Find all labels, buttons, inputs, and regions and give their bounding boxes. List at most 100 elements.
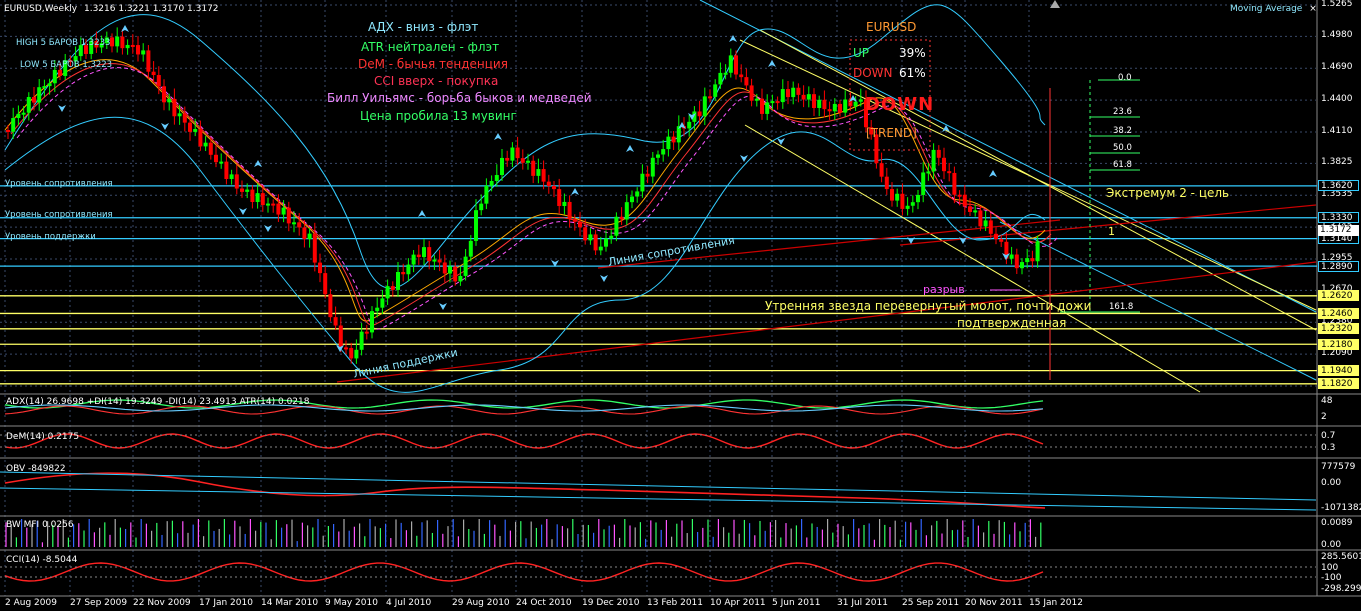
candle-body: [375, 307, 380, 312]
date-label: 14 Mar 2010: [261, 598, 319, 608]
candle-body: [957, 194, 962, 197]
candle-body: [676, 126, 681, 143]
candle-body: [962, 194, 967, 207]
level-price-box: 1.2320: [1318, 323, 1359, 335]
date-label: 31 Jul 2011: [837, 598, 888, 608]
triangle-up-icon[interactable]: [1050, 0, 1060, 8]
envelope-bands: [4, 4, 1046, 393]
candle-body: [494, 175, 499, 182]
candle-body: [448, 266, 452, 274]
date-label: 2 Aug 2009: [5, 598, 57, 608]
candle-body: [156, 75, 161, 87]
chart-canvas[interactable]: [0, 0, 1361, 611]
candle-body: [765, 102, 770, 114]
candle-body: [666, 136, 671, 150]
candle-body: [406, 264, 411, 275]
candle-body: [947, 171, 952, 174]
candle-body: [744, 77, 749, 86]
candle-body: [988, 220, 993, 234]
cci-axis-bottom: -298.299: [1321, 584, 1361, 594]
candle-body: [286, 207, 291, 224]
candle-body: [760, 98, 764, 114]
candle-body: [604, 238, 608, 247]
candle-body: [364, 331, 369, 334]
candle-body: [619, 216, 624, 220]
gap-label: разрыв: [923, 283, 965, 296]
candle-body: [276, 203, 281, 215]
date-label: 4 Jul 2010: [386, 598, 432, 608]
candle-body: [416, 254, 421, 258]
indicator-tab[interactable]: Moving Average ×: [1230, 4, 1317, 14]
level-price-box: 1.3330: [1318, 212, 1359, 224]
trend-label: [TREND]: [866, 126, 917, 140]
candle-body: [468, 240, 473, 257]
current-price-box: 1.3172: [1318, 225, 1359, 236]
candle-body: [21, 112, 26, 115]
candle-body: [42, 86, 47, 89]
candle-body: [250, 189, 255, 203]
level-price-box: 1.2460: [1318, 307, 1359, 319]
adx-axis-top: 48: [1321, 396, 1333, 406]
upper-band: [4, 4, 1046, 289]
candle-body: [198, 128, 203, 147]
price-axis-label: 1.5265: [1321, 0, 1353, 9]
candle-body: [390, 286, 395, 290]
candle-body: [1009, 254, 1014, 259]
candle-body: [136, 45, 140, 55]
trend-down-label: DOWN: [853, 66, 893, 80]
candle-body: [151, 71, 156, 76]
confirmed-label: подтвержденная: [957, 316, 1067, 330]
candle-body: [6, 130, 10, 132]
candle-body: [349, 348, 354, 359]
candle-body: [822, 99, 827, 110]
candle-body: [983, 220, 988, 227]
candle-body: [598, 246, 603, 251]
candle-body: [609, 235, 614, 239]
fractal-up-icon: [494, 133, 502, 140]
close-icon[interactable]: ×: [1309, 4, 1317, 14]
candle-body: [994, 233, 998, 240]
candle-body: [708, 96, 712, 99]
candle-body: [177, 113, 182, 117]
candle-body: [661, 149, 666, 155]
candle-body: [926, 171, 931, 174]
candle-body: [302, 227, 307, 240]
candle-body: [858, 99, 863, 102]
red-support-line: [336, 261, 1317, 383]
candle-body: [791, 87, 796, 98]
candle-body: [562, 201, 567, 207]
candle-body: [234, 174, 239, 189]
candle-body: [172, 98, 177, 117]
candle-body: [333, 317, 338, 326]
candle-body: [827, 109, 832, 112]
date-label: 24 Oct 2010: [516, 598, 572, 608]
level-price-box: 1.1820: [1318, 378, 1359, 390]
candle-body: [1020, 262, 1024, 269]
candle-body: [214, 154, 218, 163]
candle-body: [141, 50, 146, 55]
candle-body: [879, 163, 884, 177]
candle-body: [16, 113, 21, 119]
candle-body: [162, 86, 166, 103]
cci-axis-top: 285.5601: [1321, 552, 1361, 562]
candle-body: [567, 201, 572, 220]
candle-body: [182, 113, 187, 123]
level-label-resistance-1: Уровень сопротивления: [5, 179, 113, 189]
candle-body: [328, 294, 333, 318]
candle-body: [895, 193, 900, 201]
price-axis-label: 1.4980: [1321, 30, 1353, 41]
candle-body: [203, 142, 208, 147]
candle-body: [546, 181, 551, 186]
dem-title: DeM(14) 0.2175: [6, 432, 80, 442]
candle-body: [978, 210, 983, 227]
candle-body: [474, 210, 478, 241]
candle-body: [1014, 254, 1019, 269]
candle-body: [635, 191, 640, 197]
candle-body: [344, 347, 348, 350]
candle-body: [931, 149, 936, 172]
candle-body: [240, 188, 244, 192]
price-axis-label: 1.3825: [1321, 157, 1353, 168]
candle-body: [229, 174, 234, 179]
date-label: 15 Jan 2012: [1029, 598, 1083, 608]
chart-window[interactable]: EURUSD,Weekly 1.3216 1.3221 1.3170 1.317…: [0, 0, 1361, 611]
